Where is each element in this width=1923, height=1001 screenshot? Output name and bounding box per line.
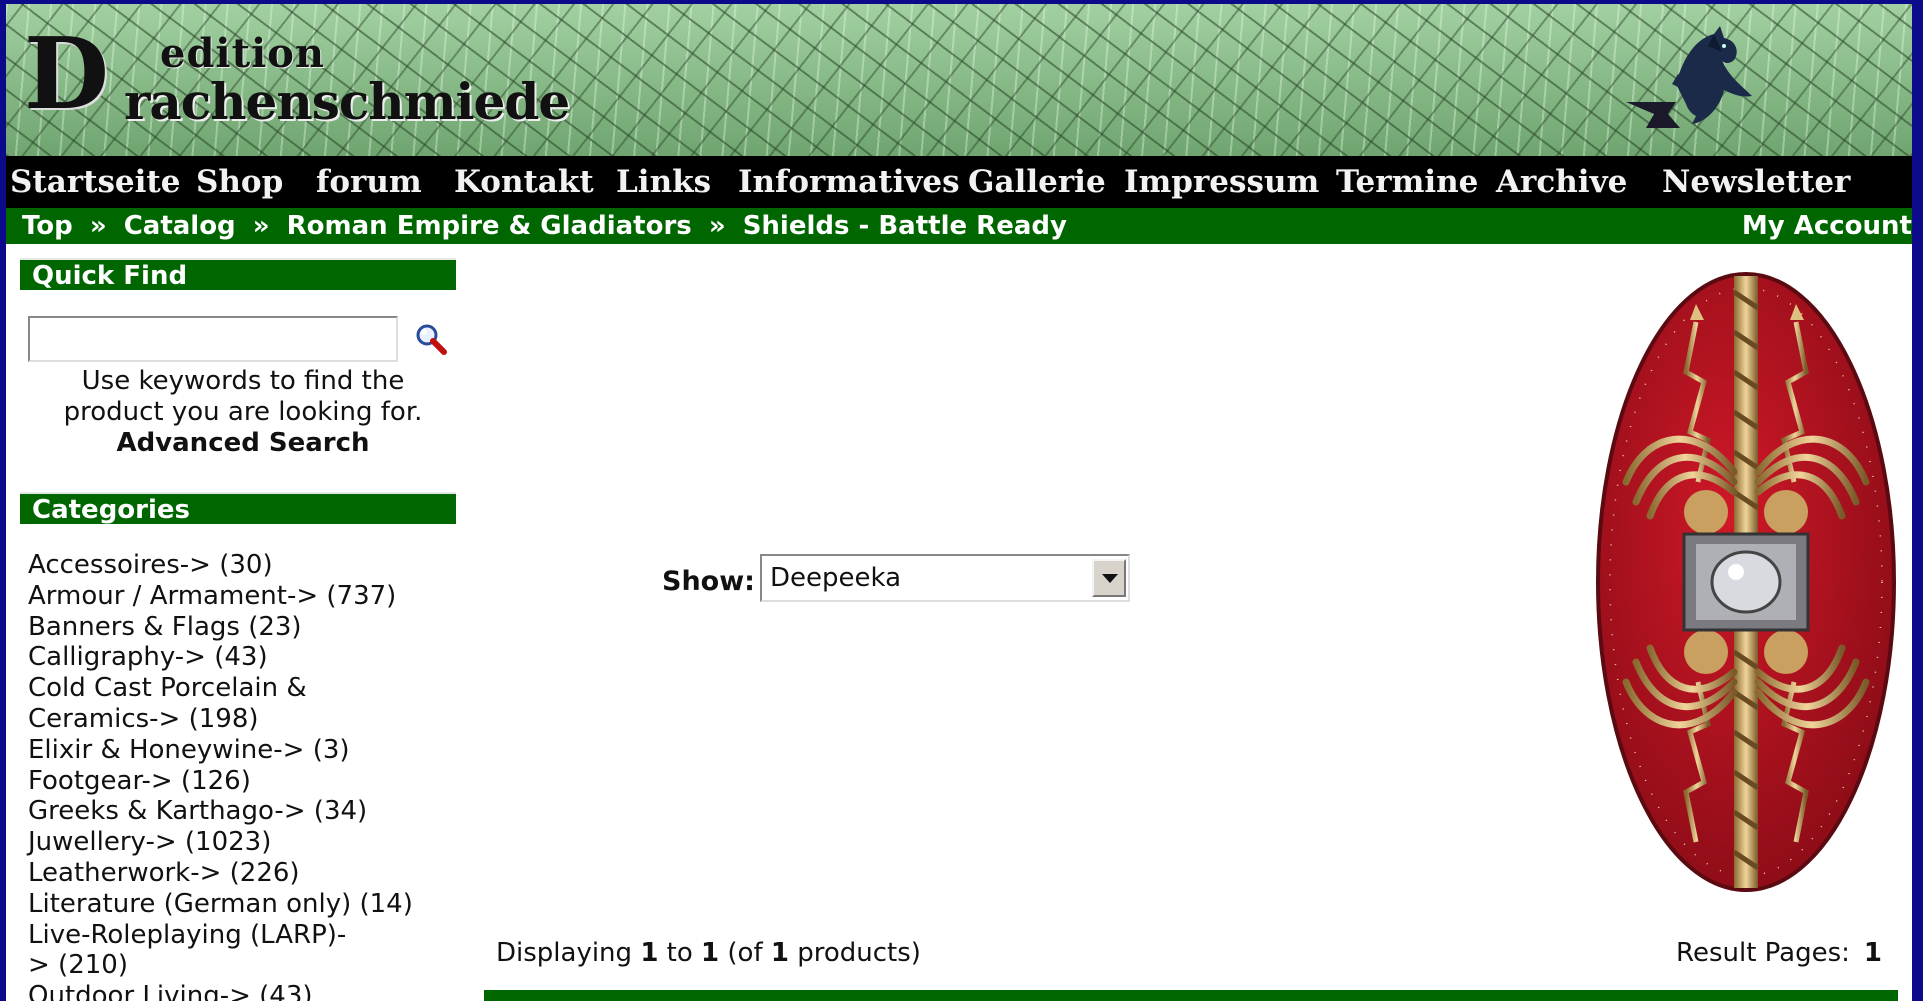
category-item-footgear[interactable]: Footgear-> (126) xyxy=(28,766,458,797)
nav-item-impressum[interactable]: Impressum xyxy=(1124,164,1319,200)
nav-item-newsletter[interactable]: Newsletter xyxy=(1662,164,1850,200)
product-list-header-bar xyxy=(484,990,1898,1001)
category-item-armour[interactable]: Armour / Armament-> (737) xyxy=(28,581,458,612)
category-item-juwellery[interactable]: Juwellery-> (1023) xyxy=(28,827,458,858)
nav-item-archive[interactable]: Archive xyxy=(1496,164,1627,200)
breadcrumb: Top » Catalog » Roman Empire & Gladiator… xyxy=(22,211,1067,241)
breadcrumb-top[interactable]: Top xyxy=(22,211,73,241)
categories-heading: Categories xyxy=(20,492,456,525)
nav-item-kontakt[interactable]: Kontakt xyxy=(454,164,594,200)
displaying-from: 1 xyxy=(640,938,659,968)
displaying-to: 1 xyxy=(701,938,720,968)
breadcrumb-catalog[interactable]: Catalog xyxy=(124,211,236,241)
dragon-anvil-icon xyxy=(1626,26,1752,128)
category-item-calligraphy[interactable]: Calligraphy-> (43) xyxy=(28,642,458,673)
result-pages-label: Result Pages: xyxy=(1676,938,1850,968)
chevron-down-icon[interactable] xyxy=(1092,559,1126,597)
header-banner: edition D rachenschmiede xyxy=(6,4,1912,156)
category-item-literature[interactable]: Literature (German only) (14) xyxy=(28,889,458,920)
displaying-count-text: Displaying 1 to 1 (of 1 products) xyxy=(496,938,921,968)
nav-item-gallerie[interactable]: Gallerie xyxy=(968,164,1106,200)
quick-find-input[interactable] xyxy=(28,316,398,362)
logo-edition-text: edition xyxy=(160,30,326,77)
category-item-greeks[interactable]: Greeks & Karthago-> (34) xyxy=(28,796,458,827)
displaying-of-word: (of xyxy=(719,938,771,968)
breadcrumb-separator: » xyxy=(252,211,270,241)
nav-item-informatives[interactable]: Informatives xyxy=(738,164,960,200)
quick-find-help-text: Use keywords to find the product you are… xyxy=(63,366,423,427)
displaying-prefix: Displaying xyxy=(496,938,641,968)
category-list: Accessoires-> (30) Armour / Armament-> (… xyxy=(28,550,458,1001)
logo-name-text: rachenschmiede xyxy=(124,72,570,131)
result-pages: Result Pages: 1 xyxy=(1676,938,1882,968)
my-account-link[interactable]: My Account xyxy=(1742,211,1912,241)
nav-item-shop[interactable]: Shop xyxy=(196,164,283,200)
displaying-total: 1 xyxy=(770,938,789,968)
category-item-elixir[interactable]: Elixir & Honeywine-> (3) xyxy=(28,735,458,766)
logo-initial-letter: D xyxy=(24,17,109,132)
nav-item-links[interactable]: Links xyxy=(616,164,711,200)
result-page-link[interactable]: 1 xyxy=(1864,938,1882,968)
category-item-larp[interactable]: Live-Roleplaying (LARP)- > (210) xyxy=(28,920,458,982)
nav-item-forum[interactable]: forum xyxy=(316,164,422,200)
nav-item-startseite[interactable]: Startseite xyxy=(10,164,180,200)
quick-find-heading: Quick Find xyxy=(20,258,456,291)
category-item-cold-cast[interactable]: Cold Cast Porcelain & Ceramics-> (198) xyxy=(28,673,458,735)
breadcrumb-shields[interactable]: Shields - Battle Ready xyxy=(743,211,1067,241)
page-frame: edition D rachenschmiede Startseite Shop… xyxy=(6,4,1912,1001)
breadcrumb-bar: Top » Catalog » Roman Empire & Gladiator… xyxy=(6,208,1912,244)
category-item-banners[interactable]: Banners & Flags (23) xyxy=(28,612,458,643)
category-item-outdoor[interactable]: Outdoor Living-> (43) xyxy=(28,981,458,1001)
manufacturer-select-value: Deepeeka xyxy=(770,563,902,593)
main-nav: Startseite Shop forum Kontakt Links Info… xyxy=(6,156,1912,208)
breadcrumb-roman-empire[interactable]: Roman Empire & Gladiators xyxy=(287,211,692,241)
breadcrumb-separator: » xyxy=(708,211,726,241)
category-item-leatherwork[interactable]: Leatherwork-> (226) xyxy=(28,858,458,889)
category-item-accessoires[interactable]: Accessoires-> (30) xyxy=(28,550,458,581)
roman-shield-image[interactable] xyxy=(1586,262,1906,902)
manufacturer-select[interactable]: Deepeeka xyxy=(760,554,1130,602)
displaying-to-word: to xyxy=(658,938,702,968)
breadcrumb-separator: » xyxy=(89,211,107,241)
advanced-search-link[interactable]: Advanced Search xyxy=(28,428,458,458)
displaying-suffix: products) xyxy=(788,938,921,968)
show-filter-label: Show: xyxy=(662,566,755,597)
magnifier-icon[interactable] xyxy=(414,322,448,356)
nav-item-termine[interactable]: Termine xyxy=(1336,164,1478,200)
